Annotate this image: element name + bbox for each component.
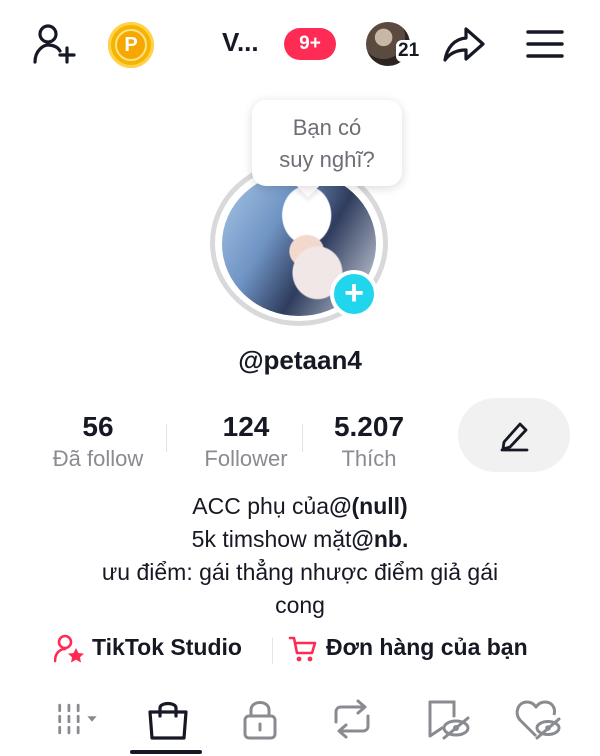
bio-line2-text: 5k timshow mặt: [191, 526, 352, 552]
lock-icon[interactable]: [236, 698, 284, 740]
following-count: 56: [82, 411, 114, 442]
videos-grid-icon[interactable]: [56, 698, 104, 740]
bio-line3: ưu điểm: gái thẳng nhược điểm giả gái: [101, 559, 499, 585]
bio-mention-nb[interactable]: @nb.: [351, 526, 408, 552]
menu-icon[interactable]: [526, 28, 564, 60]
add-friend-icon[interactable]: [32, 22, 78, 66]
share-icon[interactable]: [442, 24, 486, 64]
tiktok-studio-label: TikTok Studio: [92, 634, 242, 660]
favorites-icon[interactable]: [424, 698, 472, 740]
creator-star-icon: [54, 634, 84, 663]
coin-icon[interactable]: P: [108, 22, 154, 68]
edit-profile-button[interactable]: [458, 398, 570, 472]
add-story-button[interactable]: +: [330, 270, 378, 318]
tooltip-line1: Bạn có: [292, 115, 362, 140]
followers-count: 124: [222, 411, 270, 442]
thoughts-tooltip[interactable]: Bạn có suy nghĩ?: [252, 100, 402, 186]
bio: ACC phụ của@(null) 5k timshow mặt@nb. ưu…: [40, 490, 560, 622]
stat-divider: [302, 424, 303, 452]
shop-bag-icon[interactable]: [144, 698, 192, 740]
profile-name-title[interactable]: V...: [222, 27, 259, 58]
coin-letter: P: [115, 29, 147, 61]
orders-label: Đơn hàng của bạn: [326, 634, 528, 660]
liked-icon[interactable]: [514, 698, 562, 740]
username: @petaan4: [238, 345, 362, 375]
bio-line4: cong: [275, 592, 325, 618]
repost-icon[interactable]: [328, 698, 376, 740]
likes-stat[interactable]: 5.207 Thích: [310, 410, 428, 474]
shopping-cart-icon: [288, 636, 317, 662]
following-label: Đã follow: [52, 446, 144, 471]
likes-count: 5.207: [333, 411, 405, 442]
followers-stat[interactable]: 124 Follower: [186, 410, 306, 474]
bio-mention-null[interactable]: @(null): [329, 493, 408, 519]
pencil-icon: [500, 422, 529, 452]
stat-divider: [166, 424, 167, 452]
likes-label: Thích: [341, 446, 397, 471]
active-tab-indicator: [130, 750, 202, 754]
links-divider: [272, 638, 273, 664]
followers-label: Follower: [204, 446, 288, 471]
notification-badge[interactable]: 9+: [284, 28, 336, 60]
bio-line1-text: ACC phụ của: [192, 493, 330, 519]
following-stat[interactable]: 56 Đã follow: [38, 410, 158, 474]
story-count: 21: [396, 40, 422, 62]
tooltip-line2: suy nghĩ?: [279, 147, 375, 172]
